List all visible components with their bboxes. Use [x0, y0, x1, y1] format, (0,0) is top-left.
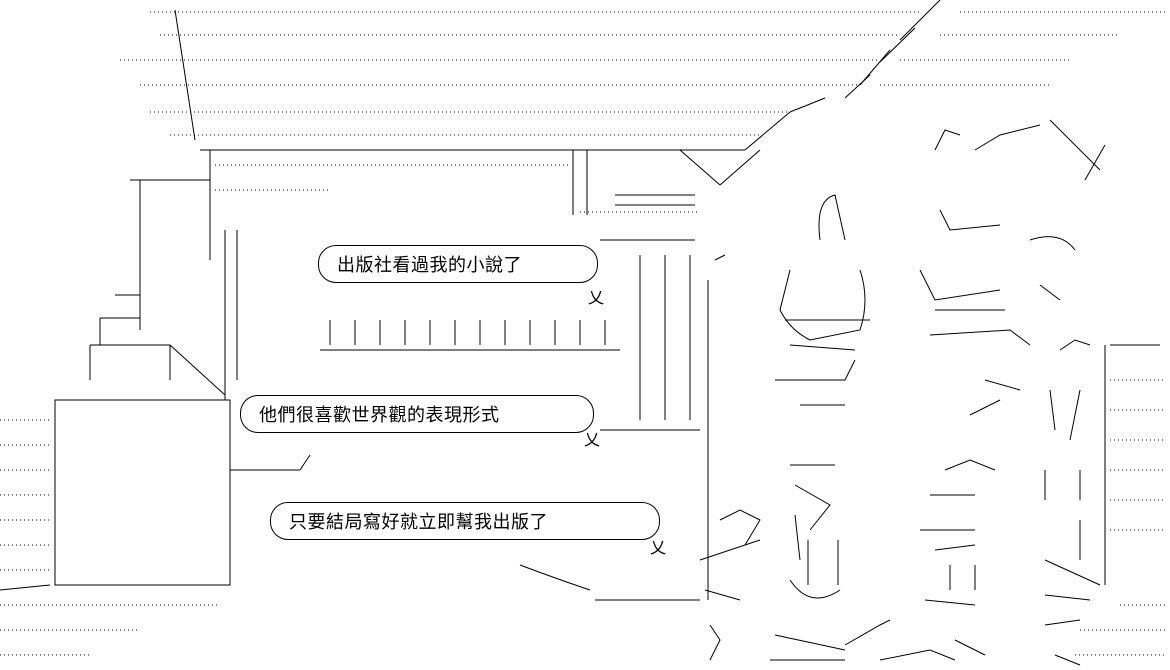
speech-bubble-3: 只要結局寫好就立即幫我出版了	[270, 502, 660, 540]
ascii-art-drawing	[0, 0, 1165, 666]
speech-bubble-1-tail: 乂	[588, 288, 605, 307]
speech-bubble-3-text: 只要結局寫好就立即幫我出版了	[289, 512, 548, 533]
speech-bubble-2-text: 他們很喜歡世界觀的表現形式	[259, 405, 500, 426]
speech-bubble-1: 出版社看過我的小說了	[318, 245, 598, 283]
speech-bubble-2: 他們很喜歡世界觀的表現形式	[240, 395, 594, 433]
speech-bubble-3-tail: 乂	[650, 538, 667, 557]
speech-bubble-1-text: 出版社看過我的小說了	[337, 255, 522, 276]
ascii-art-scene: 出版社看過我的小說了 乂 他們很喜歡世界觀的表現形式 乂 只要結局寫好就立即幫我…	[0, 0, 1170, 670]
speech-bubble-2-tail: 乂	[584, 430, 601, 449]
